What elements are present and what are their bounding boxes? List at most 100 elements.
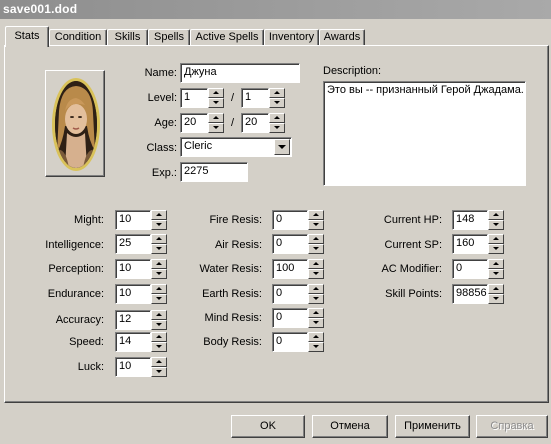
earth-resis-field[interactable]: 0	[272, 284, 308, 304]
fire-resis-field[interactable]: 0	[272, 210, 308, 230]
tab-active-spells[interactable]: Active Spells	[190, 29, 264, 46]
spin-down-icon[interactable]	[151, 367, 167, 377]
spin-up-icon[interactable]	[488, 284, 504, 294]
spin-up-icon[interactable]	[488, 234, 504, 244]
luck-spinner[interactable]	[151, 357, 167, 377]
tab-skills[interactable]: Skills	[107, 29, 148, 46]
spin-up-icon[interactable]	[308, 284, 324, 294]
spin-down-icon[interactable]	[488, 269, 504, 279]
might-spinner[interactable]	[151, 210, 167, 230]
tab-condition[interactable]: Condition	[49, 29, 107, 46]
tab-inventory[interactable]: Inventory	[264, 29, 319, 46]
spin-up-icon[interactable]	[308, 332, 324, 342]
spin-up-icon[interactable]	[208, 113, 224, 123]
spin-up-icon[interactable]	[269, 113, 285, 123]
ac-modifier-spinner[interactable]	[488, 259, 504, 279]
skill-points-spinner[interactable]	[488, 284, 504, 304]
spin-down-icon[interactable]	[308, 269, 324, 279]
endurance-field[interactable]: 10	[115, 284, 151, 304]
current-hp-spinner[interactable]	[488, 210, 504, 230]
speed-spinner[interactable]	[151, 332, 167, 352]
spin-down-icon[interactable]	[488, 294, 504, 304]
spin-up-icon[interactable]	[151, 310, 167, 320]
spin-down-icon[interactable]	[151, 220, 167, 230]
level-max-spinner[interactable]	[269, 88, 285, 108]
tab-stats[interactable]: Stats	[5, 26, 49, 47]
age-field[interactable]: 20	[180, 113, 208, 133]
spin-up-icon[interactable]	[269, 88, 285, 98]
ac-modifier-field[interactable]: 0	[452, 259, 488, 279]
perception-spinner[interactable]	[151, 259, 167, 279]
spin-down-icon[interactable]	[151, 269, 167, 279]
spin-up-icon[interactable]	[308, 308, 324, 318]
spin-up-icon[interactable]	[151, 234, 167, 244]
spin-down-icon[interactable]	[208, 98, 224, 108]
luck-field[interactable]: 10	[115, 357, 151, 377]
spin-down-icon[interactable]	[488, 220, 504, 230]
spin-down-icon[interactable]	[151, 244, 167, 254]
intelligence-spinner[interactable]	[151, 234, 167, 254]
age-label: Age:	[154, 117, 177, 129]
accuracy-field[interactable]: 12	[115, 310, 151, 330]
spin-up-icon[interactable]	[308, 259, 324, 269]
mind-resis-field[interactable]: 0	[272, 308, 308, 328]
air-resis-spinner[interactable]	[308, 234, 324, 254]
spin-up-icon[interactable]	[308, 234, 324, 244]
spin-down-icon[interactable]	[151, 320, 167, 330]
exp-field[interactable]: 2275	[180, 162, 248, 182]
spin-down-icon[interactable]	[308, 220, 324, 230]
spin-down-icon[interactable]	[151, 294, 167, 304]
mind-resis-spinner[interactable]	[308, 308, 324, 328]
age-max-spinner[interactable]	[269, 113, 285, 133]
accuracy-spinner[interactable]	[151, 310, 167, 330]
dropdown-arrow-icon[interactable]	[274, 139, 290, 155]
spin-up-icon[interactable]	[488, 259, 504, 269]
current-sp-spinner[interactable]	[488, 234, 504, 254]
body-resis-field[interactable]: 0	[272, 332, 308, 352]
spin-up-icon[interactable]	[488, 210, 504, 220]
help-button[interactable]: Справка	[476, 415, 548, 438]
spin-down-icon[interactable]	[308, 318, 324, 328]
age-max-field[interactable]: 20	[241, 113, 269, 133]
spin-up-icon[interactable]	[208, 88, 224, 98]
spin-up-icon[interactable]	[151, 259, 167, 269]
spin-down-icon[interactable]	[308, 342, 324, 352]
body-resis-spinner[interactable]	[308, 332, 324, 352]
spin-down-icon[interactable]	[488, 244, 504, 254]
spin-up-icon[interactable]	[151, 357, 167, 367]
cancel-button[interactable]: Отмена	[312, 415, 388, 438]
perception-field[interactable]: 10	[115, 259, 151, 279]
name-field[interactable]: Джуна	[180, 63, 300, 83]
intelligence-field[interactable]: 25	[115, 234, 151, 254]
spin-down-icon[interactable]	[151, 342, 167, 352]
level-field[interactable]: 1	[180, 88, 208, 108]
endurance-spinner[interactable]	[151, 284, 167, 304]
spin-down-icon[interactable]	[269, 123, 285, 133]
spin-up-icon[interactable]	[151, 332, 167, 342]
spin-up-icon[interactable]	[151, 284, 167, 294]
description-textarea[interactable]: Это вы -- признанный Герой Джадама.	[323, 81, 526, 186]
ok-button[interactable]: OK	[231, 415, 305, 438]
spin-up-icon[interactable]	[151, 210, 167, 220]
spin-down-icon[interactable]	[308, 294, 324, 304]
water-resis-spinner[interactable]	[308, 259, 324, 279]
earth-resis-spinner[interactable]	[308, 284, 324, 304]
water-resis-field[interactable]: 100	[272, 259, 308, 279]
apply-button[interactable]: Применить	[395, 415, 470, 438]
skill-points-field[interactable]: 98856	[452, 284, 488, 304]
speed-field[interactable]: 14	[115, 332, 151, 352]
spin-down-icon[interactable]	[269, 98, 285, 108]
air-resis-field[interactable]: 0	[272, 234, 308, 254]
spin-down-icon[interactable]	[208, 123, 224, 133]
fire-resis-spinner[interactable]	[308, 210, 324, 230]
level-spinner[interactable]	[208, 88, 224, 108]
level-max-field[interactable]: 1	[241, 88, 269, 108]
spin-down-icon[interactable]	[308, 244, 324, 254]
might-field[interactable]: 10	[115, 210, 151, 230]
tab-awards[interactable]: Awards	[319, 29, 365, 46]
current-sp-field[interactable]: 160	[452, 234, 488, 254]
spin-up-icon[interactable]	[308, 210, 324, 220]
current-hp-field[interactable]: 148	[452, 210, 488, 230]
tab-spells[interactable]: Spells	[148, 29, 190, 46]
age-spinner[interactable]	[208, 113, 224, 133]
